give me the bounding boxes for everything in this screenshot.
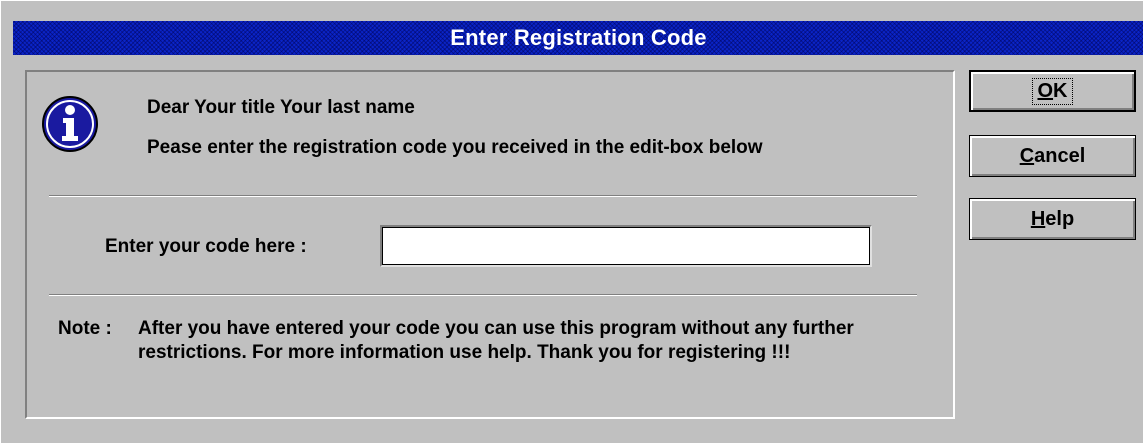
cancel-button-label: Cancel bbox=[1017, 145, 1089, 168]
code-field-label: Enter your code here : bbox=[105, 236, 307, 257]
instruction-text: Pease enter the registration code you re… bbox=[147, 137, 763, 158]
registration-code-field[interactable] bbox=[380, 225, 872, 267]
help-button-label: Help bbox=[1028, 208, 1077, 231]
info-icon bbox=[42, 96, 98, 152]
help-access-key: H bbox=[1030, 207, 1046, 230]
greeting-text: Dear Your title Your last name bbox=[147, 97, 415, 118]
note-label: Note : bbox=[58, 318, 112, 339]
registration-code-input[interactable] bbox=[382, 227, 870, 265]
ok-label-rest: K bbox=[1053, 79, 1068, 102]
cancel-button[interactable]: Cancel bbox=[969, 135, 1136, 177]
separator-top bbox=[49, 195, 917, 197]
registration-dialog: Enter Registration Code Dear Your title … bbox=[0, 0, 1143, 443]
title-bar[interactable]: Enter Registration Code bbox=[13, 21, 1143, 55]
ok-button[interactable]: OK bbox=[969, 70, 1136, 112]
ok-access-key: O bbox=[1037, 79, 1054, 102]
cancel-label-rest: ancel bbox=[1034, 144, 1086, 167]
help-label-rest: elp bbox=[1045, 207, 1075, 230]
cancel-access-key: C bbox=[1019, 144, 1035, 167]
window-title: Enter Registration Code bbox=[450, 25, 707, 50]
note-text: After you have entered your code you can… bbox=[138, 318, 854, 363]
ok-button-label: OK bbox=[1032, 77, 1073, 105]
separator-bottom bbox=[49, 294, 917, 296]
help-button[interactable]: Help bbox=[969, 198, 1136, 240]
